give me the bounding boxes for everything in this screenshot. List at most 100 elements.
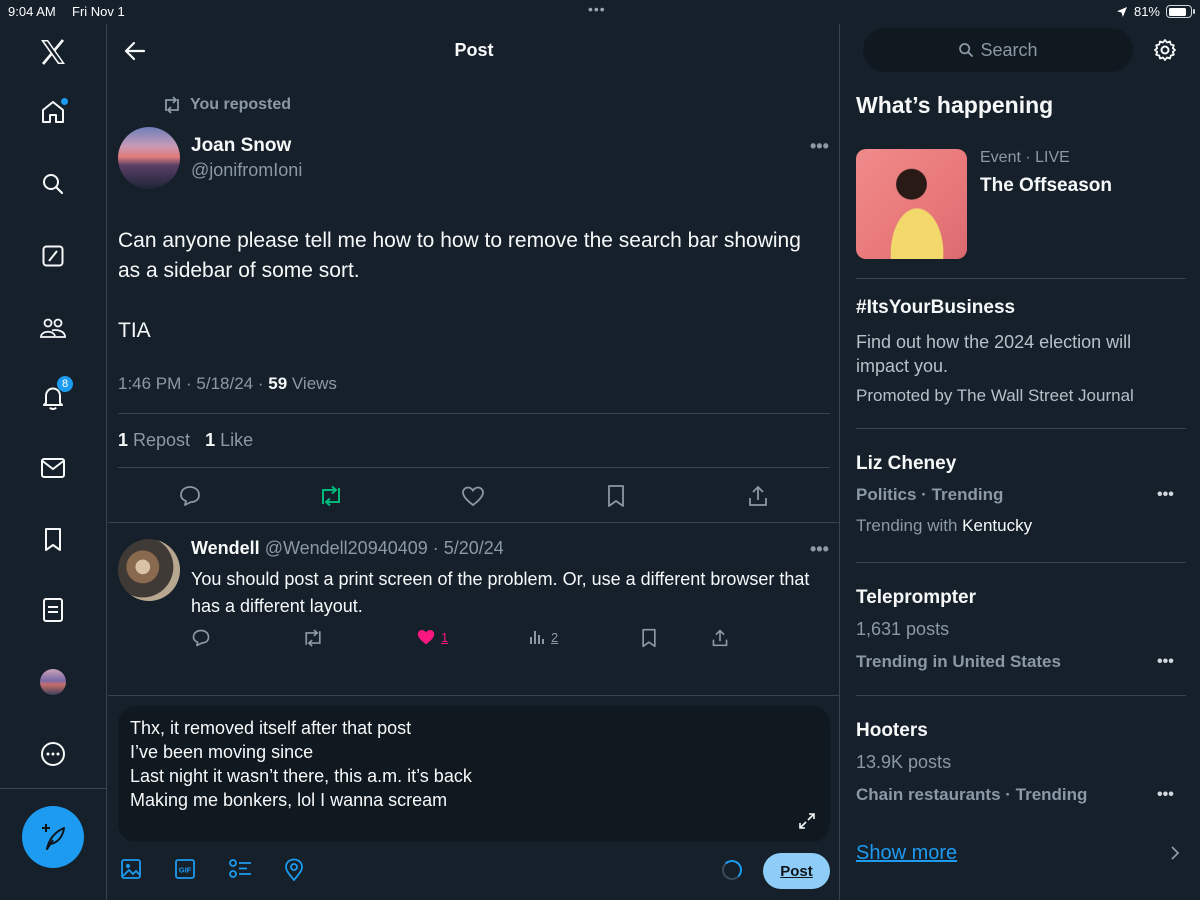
chevron-right-icon[interactable] [1169,846,1181,860]
location-button[interactable] [284,858,304,882]
post-time: 1:46 PM · 5/18/24 · [118,374,269,393]
search-field[interactable]: Search [863,28,1133,72]
heart-filled-icon [417,630,435,645]
bookmark-button[interactable] [602,482,630,510]
event-live-label: · LIVE [1020,149,1070,166]
home-icon[interactable] [37,96,69,128]
views-label: Views [287,374,337,393]
multitasking-dots[interactable]: ••• [588,1,606,17]
gear-icon [1154,39,1176,61]
home-unread-dot [61,98,68,105]
reply-views-count: 2 [551,629,559,645]
reply-author-avatar[interactable] [118,539,180,601]
trend-with-value[interactable]: Kentucky [962,516,1032,535]
bookmark-icon [642,628,656,648]
repost-count: 1 [118,430,129,450]
trend-post-count: 1,631 posts [856,619,950,639]
divider [108,522,840,523]
search-icon [959,43,974,57]
like-stat[interactable]: 1 Like [205,430,253,450]
author-name[interactable]: Joan Snow [191,135,291,157]
more-icon[interactable] [37,738,69,770]
trend-title[interactable]: #ItsYourBusiness [856,297,1015,319]
reply-views-button[interactable]: 2 [528,628,558,646]
grok-icon[interactable] [37,240,69,272]
trend-more-button[interactable]: ••• [1157,786,1174,804]
media-button[interactable] [120,858,142,880]
trend-title[interactable]: Teleprompter [856,587,976,609]
author-handle[interactable]: @jonifromIoni [191,160,302,181]
svg-text:GIF: GIF [179,866,192,875]
divider [856,278,1186,279]
event-title[interactable]: The Offseason [980,175,1112,197]
settings-button[interactable] [1153,38,1177,62]
trend-promoted: Promoted by The Wall Street Journal [856,386,1134,405]
divider [118,413,830,414]
trend-title[interactable]: Hooters [856,720,928,742]
whats-happening-heading: What’s happening [856,92,1054,118]
view-count: 59 [268,374,288,393]
show-more-link[interactable]: Show more [856,842,957,865]
x-logo-icon[interactable] [37,36,69,68]
repost-context[interactable]: You reposted [162,96,291,114]
like-count: 1 [205,430,216,450]
post-text: Can anyone please tell me how to how to … [118,226,818,346]
heart-icon [462,486,484,507]
trend-more-button[interactable]: ••• [1157,486,1174,504]
trend-with: Trending with Kentucky [856,516,1032,536]
event-image[interactable] [856,149,967,259]
reply-reply-button[interactable] [191,628,211,648]
event-category: Event [980,149,1021,166]
trend-title[interactable]: Liz Cheney [856,453,956,475]
reply-author-handle-date[interactable]: @Wendell20940409 · 5/20/24 [260,538,504,558]
lists-icon[interactable] [37,594,69,626]
gif-icon: GIF [175,859,195,879]
compose-icon [42,824,65,850]
bookmarks-icon[interactable] [37,524,69,556]
repost-icon [165,96,179,114]
post-reply-button[interactable]: Post [763,853,830,889]
left-navigation: 8 [0,24,107,900]
reply-more-button[interactable]: ••• [810,539,829,560]
status-date: Fri Nov 1 [72,4,125,19]
post-timestamp: 1:46 PM · 5/18/24 · 59 Views [118,374,337,394]
reply-like-button[interactable]: 1 [416,628,448,646]
repost-context-label: You reposted [190,96,292,113]
reply-repost-button[interactable] [302,628,324,648]
post-more-button[interactable]: ••• [810,136,829,157]
search-icon[interactable] [37,168,69,200]
reply-bookmark-button[interactable] [640,628,658,648]
reply-compose-input[interactable]: Thx, it removed itself after that post I… [130,716,472,812]
share-icon [712,629,728,647]
notifications-badge: 8 [57,376,73,392]
author-avatar[interactable] [118,127,180,189]
engagement-stats: 1 Repost 1 Like [118,430,253,451]
compose-button[interactable] [22,806,84,868]
reply-text: You should post a print screen of the pr… [191,569,810,616]
share-icon [749,485,767,506]
search-placeholder: Search [980,39,1038,60]
reply-button[interactable] [176,482,204,510]
gif-button[interactable]: GIF [174,858,196,880]
repost-stat[interactable]: 1 Repost [118,430,190,450]
profile-avatar[interactable] [37,666,69,698]
share-button[interactable] [744,482,772,510]
reply-author-name[interactable]: Wendell [191,538,260,558]
notifications-icon[interactable]: 8 [37,376,73,414]
trend-description: Find out how the 2024 election will impa… [856,332,1132,376]
battery-icon [1166,5,1195,18]
poll-button[interactable] [228,858,252,880]
status-time: 9:04 AM [8,4,56,19]
communities-icon[interactable] [37,312,69,344]
image-icon [121,859,141,879]
location-icon [1116,6,1127,17]
trend-category: Trending in United States [856,652,1061,671]
reply-compose-box[interactable]: Thx, it removed itself after that post I… [118,706,830,842]
trend-more-button[interactable]: ••• [1157,653,1174,671]
repost-button[interactable] [317,482,345,510]
like-button[interactable] [459,482,487,510]
reply-share-button[interactable] [711,628,729,648]
messages-icon[interactable] [37,452,69,484]
divider [118,467,830,468]
expand-button[interactable] [798,812,816,830]
